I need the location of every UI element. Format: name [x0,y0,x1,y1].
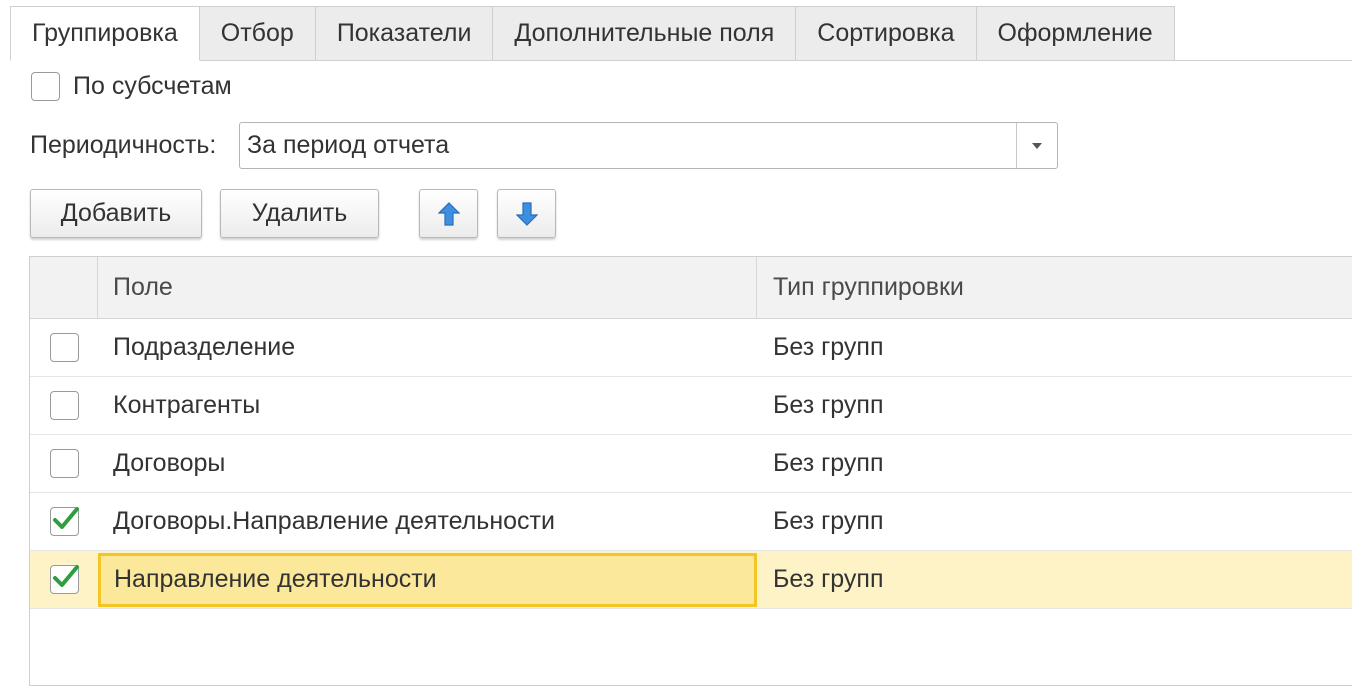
row-checkbox[interactable] [49,449,79,478]
tab-filter[interactable]: Отбор [199,6,316,61]
row-field-text: Подразделение [113,333,296,361]
tab-label: Отбор [220,19,294,47]
subaccounts-checkbox[interactable] [31,72,60,101]
table-row[interactable]: Подразделение Без групп [30,319,1352,377]
row-field-active-cell[interactable]: Направление деятельности [98,552,757,607]
header-checkbox-column [30,257,98,318]
row-field-text: Направление деятельности [114,565,437,593]
tab-bar: Группировка Отбор Показатели Дополнитель… [10,6,1175,61]
arrow-down-icon [515,201,538,226]
tab-divider [210,60,1352,61]
row-field-text: Контрагенты [113,391,261,419]
row-field[interactable]: Контрагенты [98,377,757,434]
tab-label: Дополнительные поля [514,19,775,47]
row-type[interactable]: Без групп [757,565,1352,594]
row-checkbox[interactable] [49,391,79,420]
move-up-button[interactable] [419,189,478,238]
row-field[interactable]: Подразделение [98,319,757,376]
tab-indicators[interactable]: Показатели [315,6,494,61]
table-header: Поле Тип группировки [30,257,1352,319]
add-button[interactable]: Добавить [30,189,202,238]
tab-appearance[interactable]: Оформление [976,6,1175,61]
checkmark-icon [52,507,79,529]
row-type-text: Без групп [773,333,884,361]
row-type-text: Без групп [773,391,884,419]
period-value: За период отчета [247,131,450,159]
tab-label: Оформление [997,19,1153,47]
row-type-text: Без групп [773,449,884,477]
header-field-label: Поле [113,273,173,301]
chevron-down-icon [1032,142,1042,149]
checkmark-icon [52,565,79,587]
grouping-table: Поле Тип группировки Подразделение Без г… [29,256,1352,686]
tab-label: Сортировка [817,19,955,47]
subaccounts-label: По субсчетам [73,72,232,100]
row-type[interactable]: Без групп [757,391,1352,420]
tab-label: Группировка [32,19,178,47]
table-row-selected[interactable]: Направление деятельности Без групп [30,551,1352,609]
subaccounts-option[interactable]: По субсчетам [31,72,232,101]
row-field-text: Договоры [113,449,226,477]
table-row[interactable]: Договоры Без групп [30,435,1352,493]
row-checkbox[interactable] [49,565,79,594]
row-field-text: Договоры.Направление деятельности [113,507,555,535]
period-label: Периодичность: [30,131,217,159]
tab-grouping[interactable]: Группировка [10,6,200,61]
row-type-text: Без групп [773,565,884,593]
header-grouping-type[interactable]: Тип группировки [757,257,1352,318]
row-type[interactable]: Без групп [757,333,1352,362]
row-field[interactable]: Договоры [98,435,757,492]
row-checkbox[interactable] [49,507,79,536]
period-select[interactable]: За период отчета [239,122,1058,169]
row-field[interactable]: Договоры.Направление деятельности [98,493,757,550]
move-down-button[interactable] [497,189,556,238]
table-row[interactable]: Договоры.Направление деятельности Без гр… [30,493,1352,551]
tab-sorting[interactable]: Сортировка [796,6,977,61]
delete-button-label: Удалить [251,199,348,227]
delete-button[interactable]: Удалить [220,189,379,238]
header-type-label: Тип группировки [773,273,964,301]
row-type[interactable]: Без групп [757,507,1352,536]
row-type-text: Без групп [773,507,884,535]
add-button-label: Добавить [60,199,172,227]
header-field[interactable]: Поле [98,257,757,318]
arrow-up-icon [437,201,460,226]
row-type[interactable]: Без групп [757,449,1352,478]
row-checkbox[interactable] [49,333,79,362]
tab-label: Показатели [336,19,472,47]
dropdown-button[interactable] [1016,123,1057,168]
table-row[interactable]: Контрагенты Без групп [30,377,1352,435]
tab-additional-fields[interactable]: Дополнительные поля [493,6,797,61]
